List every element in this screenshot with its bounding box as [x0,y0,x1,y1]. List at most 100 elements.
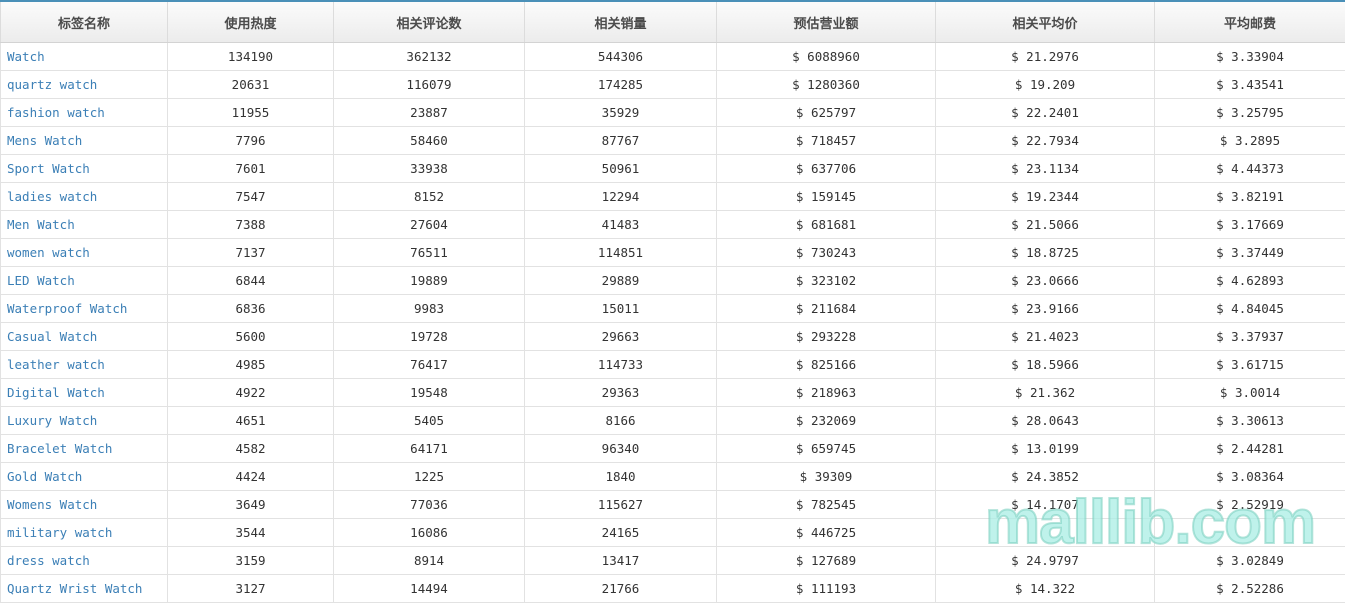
tag-link[interactable]: Waterproof Watch [7,301,127,316]
sales-volume-cell: 24165 [524,518,717,547]
tag-link[interactable]: military watch [7,525,112,540]
tag-link[interactable]: ladies watch [7,189,97,204]
header-tag-name[interactable]: 标签名称 [0,1,168,43]
sales-volume-cell: 35929 [524,98,717,127]
sales-volume-cell: 96340 [524,434,717,463]
review-count-cell: 14494 [333,574,525,603]
sales-volume-cell: 8166 [524,406,717,435]
review-count-cell: 27604 [333,210,525,239]
average-price-cell: $ 22.2401 [935,98,1155,127]
sales-volume-cell: 29889 [524,266,717,295]
average-shipping-cell: $ 3.61715 [1154,350,1345,379]
table-row: Gold Watch 4424 1225 1840 $ 39309 $ 24.3852 $ … [0,462,1345,491]
sales-volume-cell: 115627 [524,490,717,519]
sales-volume-cell: 114851 [524,238,717,267]
estimated-revenue-cell: $ 825166 [716,350,936,379]
estimated-revenue-cell: $ 637706 [716,154,936,183]
tag-name-cell: Gold Watch [0,462,168,491]
estimated-revenue-cell: $ 659745 [716,434,936,463]
sales-volume-cell: 41483 [524,210,717,239]
tag-name-cell: dress watch [0,546,168,575]
tag-link[interactable]: Quartz Wrist Watch [7,581,142,596]
average-shipping-cell: $ 3.82191 [1154,182,1345,211]
average-price-cell: $ 19.2344 [935,182,1155,211]
tag-link[interactable]: leather watch [7,357,105,372]
table-row: Digital Watch 4922 19548 29363 $ 218963 $ 21.… [0,378,1345,407]
average-price-cell: $ 24.9797 [935,546,1155,575]
tag-name-cell: military watch [0,518,168,547]
average-shipping-cell: $ 2.52286 [1154,574,1345,603]
estimated-revenue-cell: $ 625797 [716,98,936,127]
sales-volume-cell: 29363 [524,378,717,407]
usage-heat-cell: 134190 [167,42,334,71]
average-shipping-cell: $ 3.33904 [1154,42,1345,71]
tag-name-cell: Men Watch [0,210,168,239]
sales-volume-cell: 21766 [524,574,717,603]
review-count-cell: 64171 [333,434,525,463]
average-price-cell: $ 13.0199 [935,434,1155,463]
tag-link[interactable]: Watch [7,49,45,64]
tag-link[interactable]: Bracelet Watch [7,441,112,456]
average-price-cell [935,518,1155,547]
tag-link[interactable]: Digital Watch [7,385,105,400]
usage-heat-cell: 3544 [167,518,334,547]
average-price-cell: $ 22.7934 [935,126,1155,155]
table-row: Quartz Wrist Watch 3127 14494 21766 $ 111193… [0,574,1345,603]
tag-name-cell: Watch [0,42,168,71]
table-row: ladies watch 7547 8152 12294 $ 159145 $ 19.23… [0,182,1345,211]
review-count-cell: 76511 [333,238,525,267]
average-shipping-cell: $ 4.44373 [1154,154,1345,183]
estimated-revenue-cell: $ 323102 [716,266,936,295]
header-sales-volume[interactable]: 相关销量 [524,1,717,43]
table-row: quartz watch 20631 116079 174285 $ 1280360 $ … [0,70,1345,99]
sales-volume-cell: 12294 [524,182,717,211]
average-price-cell: $ 18.5966 [935,350,1155,379]
tag-link[interactable]: Casual Watch [7,329,97,344]
usage-heat-cell: 4582 [167,434,334,463]
tag-link[interactable]: quartz watch [7,77,97,92]
usage-heat-cell: 7137 [167,238,334,267]
average-shipping-cell: $ 3.37449 [1154,238,1345,267]
average-price-cell: $ 21.4023 [935,322,1155,351]
estimated-revenue-cell: $ 681681 [716,210,936,239]
usage-heat-cell: 20631 [167,70,334,99]
table-row: Luxury Watch 4651 5405 8166 $ 232069 $ 28.064… [0,406,1345,435]
tag-link[interactable]: fashion watch [7,105,105,120]
table-header-row: 标签名称 使用热度 相关评论数 相关销量 预估营业额 相关平均价 平均邮费 [0,1,1345,43]
average-price-cell: $ 28.0643 [935,406,1155,435]
review-count-cell: 19889 [333,266,525,295]
average-shipping-cell: $ 4.84045 [1154,294,1345,323]
header-review-count[interactable]: 相关评论数 [333,1,525,43]
tag-name-cell: Womens Watch [0,490,168,519]
table-row: LED Watch 6844 19889 29889 $ 323102 $ 23.0666… [0,266,1345,295]
review-count-cell: 58460 [333,126,525,155]
review-count-cell: 16086 [333,518,525,547]
table-row: fashion watch 11955 23887 35929 $ 625797 $ 22… [0,98,1345,127]
tag-name-cell: women watch [0,238,168,267]
sales-volume-cell: 15011 [524,294,717,323]
tag-link[interactable]: women watch [7,245,90,260]
sales-volume-cell: 50961 [524,154,717,183]
tag-link[interactable]: Men Watch [7,217,75,232]
estimated-revenue-cell: $ 6088960 [716,42,936,71]
tag-name-cell: quartz watch [0,70,168,99]
tag-link[interactable]: Mens Watch [7,133,82,148]
header-average-shipping[interactable]: 平均邮费 [1154,1,1345,43]
header-estimated-revenue[interactable]: 预估营业额 [716,1,936,43]
header-average-price[interactable]: 相关平均价 [935,1,1155,43]
table-row: Watch 134190 362132 544306 $ 6088960 $ 21.297… [0,42,1345,71]
tag-link[interactable]: Sport Watch [7,161,90,176]
review-count-cell: 76417 [333,350,525,379]
table-body: Watch 134190 362132 544306 $ 6088960 $ 21.297… [0,42,1345,603]
tag-link[interactable]: Gold Watch [7,469,82,484]
average-shipping-cell: $ 4.62893 [1154,266,1345,295]
tag-link[interactable]: Luxury Watch [7,413,97,428]
tag-link[interactable]: Womens Watch [7,497,97,512]
tag-link[interactable]: dress watch [7,553,90,568]
tag-link[interactable]: LED Watch [7,273,75,288]
average-shipping-cell: $ 2.44281 [1154,434,1345,463]
review-count-cell: 5405 [333,406,525,435]
tag-name-cell: Digital Watch [0,378,168,407]
header-usage-heat[interactable]: 使用热度 [167,1,334,43]
review-count-cell: 116079 [333,70,525,99]
